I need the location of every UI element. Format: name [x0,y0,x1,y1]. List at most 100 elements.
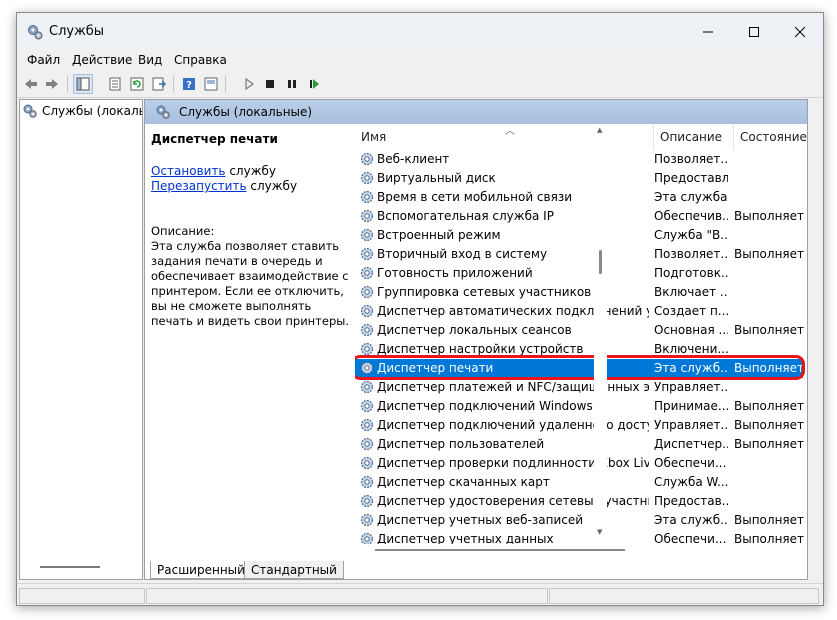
menu-file[interactable]: Файл [27,53,60,67]
service-gear-icon [360,209,374,223]
service-row[interactable]: Диспетчер локальных сеансов Основная ... В… [355,321,804,340]
horizontal-scroll-thumb[interactable] [375,549,625,551]
service-description: Создает п... [654,304,728,318]
service-row[interactable]: Встроенный режим Служба "В... [355,226,803,245]
service-name: Диспетчер пользователей [377,437,545,451]
service-state: Выполняетс [734,532,804,544]
service-name: Виртуальный диск [377,171,496,185]
service-description: Позволяет... [654,247,728,261]
service-gear-icon [360,323,374,337]
column-header-name[interactable]: ︿ Имя [355,124,654,150]
description-label: Описание: [151,224,215,238]
service-name: Время в сети мобильной связи [377,190,572,204]
service-row[interactable]: Время в сети мобильной связи Эта служба..… [355,188,803,207]
tab-standard[interactable]: Стандартный [244,561,344,579]
sort-ascending-icon: ︿ [505,126,515,137]
start-service-button[interactable] [239,74,259,94]
service-row-selected[interactable]: Диспетчер печати Эта служб... Выполняетс [355,355,805,380]
service-description: Эта служб... [654,513,728,527]
back-button[interactable] [21,74,41,94]
service-description: Эта служба... [654,190,728,204]
console-button[interactable] [201,74,221,94]
service-row[interactable]: Диспетчер платежей и NFC/защищенных эле.… [355,378,803,397]
column-header-state[interactable]: Состояние [734,124,807,150]
service-state: Выполняетс [734,209,804,223]
service-description: Предостав... [654,494,728,508]
service-row[interactable]: Диспетчер учетных веб-записей Эта служб..… [355,511,804,530]
menu-bar: Файл Действие Вид Справка [17,51,823,71]
service-name: Диспетчер проверки подлинности Xbox Live [377,456,649,470]
show-tree-button[interactable] [73,74,93,94]
service-row[interactable]: Диспетчер подключений удаленного доступа… [355,416,804,435]
service-gear-icon [360,437,374,451]
export-button[interactable] [149,74,169,94]
service-gear-icon [360,247,374,261]
forward-arrow-icon [46,79,58,89]
scroll-down-icon[interactable]: ▼ [597,528,602,536]
forward-button[interactable] [42,74,62,94]
minimize-button[interactable] [685,13,731,51]
stop-service-link[interactable]: Остановить [151,164,226,178]
service-row[interactable]: Диспетчер проверки подлинности Xbox Live… [355,454,803,473]
menu-help[interactable]: Справка [174,53,227,67]
title-bar[interactable]: Службы [17,13,823,51]
properties-button[interactable] [105,74,125,94]
service-row[interactable]: Вспомогательная служба IP Обеспечив... Вып… [355,207,804,226]
service-row[interactable]: Виртуальный диск Предоставл... [355,169,803,188]
tree-horizontal-scrollbar[interactable] [40,566,100,568]
service-name: Диспетчер автоматических подключений уда… [377,304,649,318]
column-description-label: Описание [660,130,723,144]
minimize-icon [703,31,713,33]
tree-item-services-local[interactable]: Службы (локалы [22,102,142,120]
svg-text:?: ? [186,80,192,91]
service-name: Диспетчер учетных данных [377,532,554,544]
column-name-label: Имя [361,130,387,144]
service-name: Вторичный вход в систему [377,247,548,261]
close-button[interactable] [777,13,823,51]
menu-action[interactable]: Действие [72,53,132,67]
service-description: Служба "В... [654,228,728,242]
service-name: Диспетчер подключений удаленного доступа [377,418,649,432]
service-name: Диспетчер учетных веб-записей [377,513,584,527]
service-row[interactable]: Диспетчер удостоверения сетевых участник… [355,492,803,511]
service-description: Диспетчер... [654,437,728,451]
refresh-icon [130,77,144,91]
service-row[interactable]: Готовность приложений Подготовк... [355,264,803,283]
service-row[interactable]: Диспетчер подключений Windows Принимае...… [355,397,804,416]
tab-extended[interactable]: Расширенный [150,561,252,579]
services-list: ︿ Имя Описание Состояние Веб-клиент Позво… [355,124,807,544]
vertical-scrollbar[interactable]: ▲ ▼ [594,124,607,544]
horizontal-scrollbar[interactable] [355,544,807,556]
column-header-description[interactable]: Описание [654,124,734,150]
maximize-icon [749,27,759,37]
play-icon [245,78,255,90]
service-gear-icon [360,266,374,280]
service-state: Выполняетс [734,513,804,527]
service-row[interactable]: Вторичный вход в систему Позволяет... Выпо… [355,245,804,264]
service-description: Обеспечи... [654,456,727,470]
services-window: Службы Файл Действие Вид Справка ? Служб… [16,12,824,606]
vertical-scroll-thumb[interactable] [599,250,602,274]
service-state: Выполняетс [734,399,804,413]
service-row[interactable]: Группировка сетевых участников Включает .… [355,283,803,302]
restart-service-link[interactable]: Перезапустить [151,179,247,193]
service-row[interactable]: Диспетчер пользователей Диспетчер... Выпол… [355,435,804,454]
service-row[interactable]: Веб-клиент Позволяет... [355,150,803,169]
stop-service-button[interactable] [260,74,280,94]
status-bar [17,583,823,605]
scroll-up-icon[interactable]: ▲ [597,126,602,134]
restart-service-button[interactable] [304,74,324,94]
service-row[interactable]: Диспетчер учетных данных Обеспечи... Выпол… [355,530,804,544]
close-icon [794,26,806,38]
service-row[interactable]: Диспетчер автоматических подключений уда… [355,302,803,321]
service-name: Диспетчер локальных сеансов [377,323,572,337]
service-description: Обеспечи... [654,532,727,544]
menu-view[interactable]: Вид [138,53,162,67]
service-row[interactable]: Диспетчер скачанных карт Служба W... [355,473,803,492]
service-gear-icon [360,418,374,432]
refresh-button[interactable] [127,74,147,94]
maximize-button[interactable] [731,13,777,51]
pause-service-button[interactable] [282,74,302,94]
stop-icon [266,80,274,88]
help-button[interactable]: ? [179,74,199,94]
